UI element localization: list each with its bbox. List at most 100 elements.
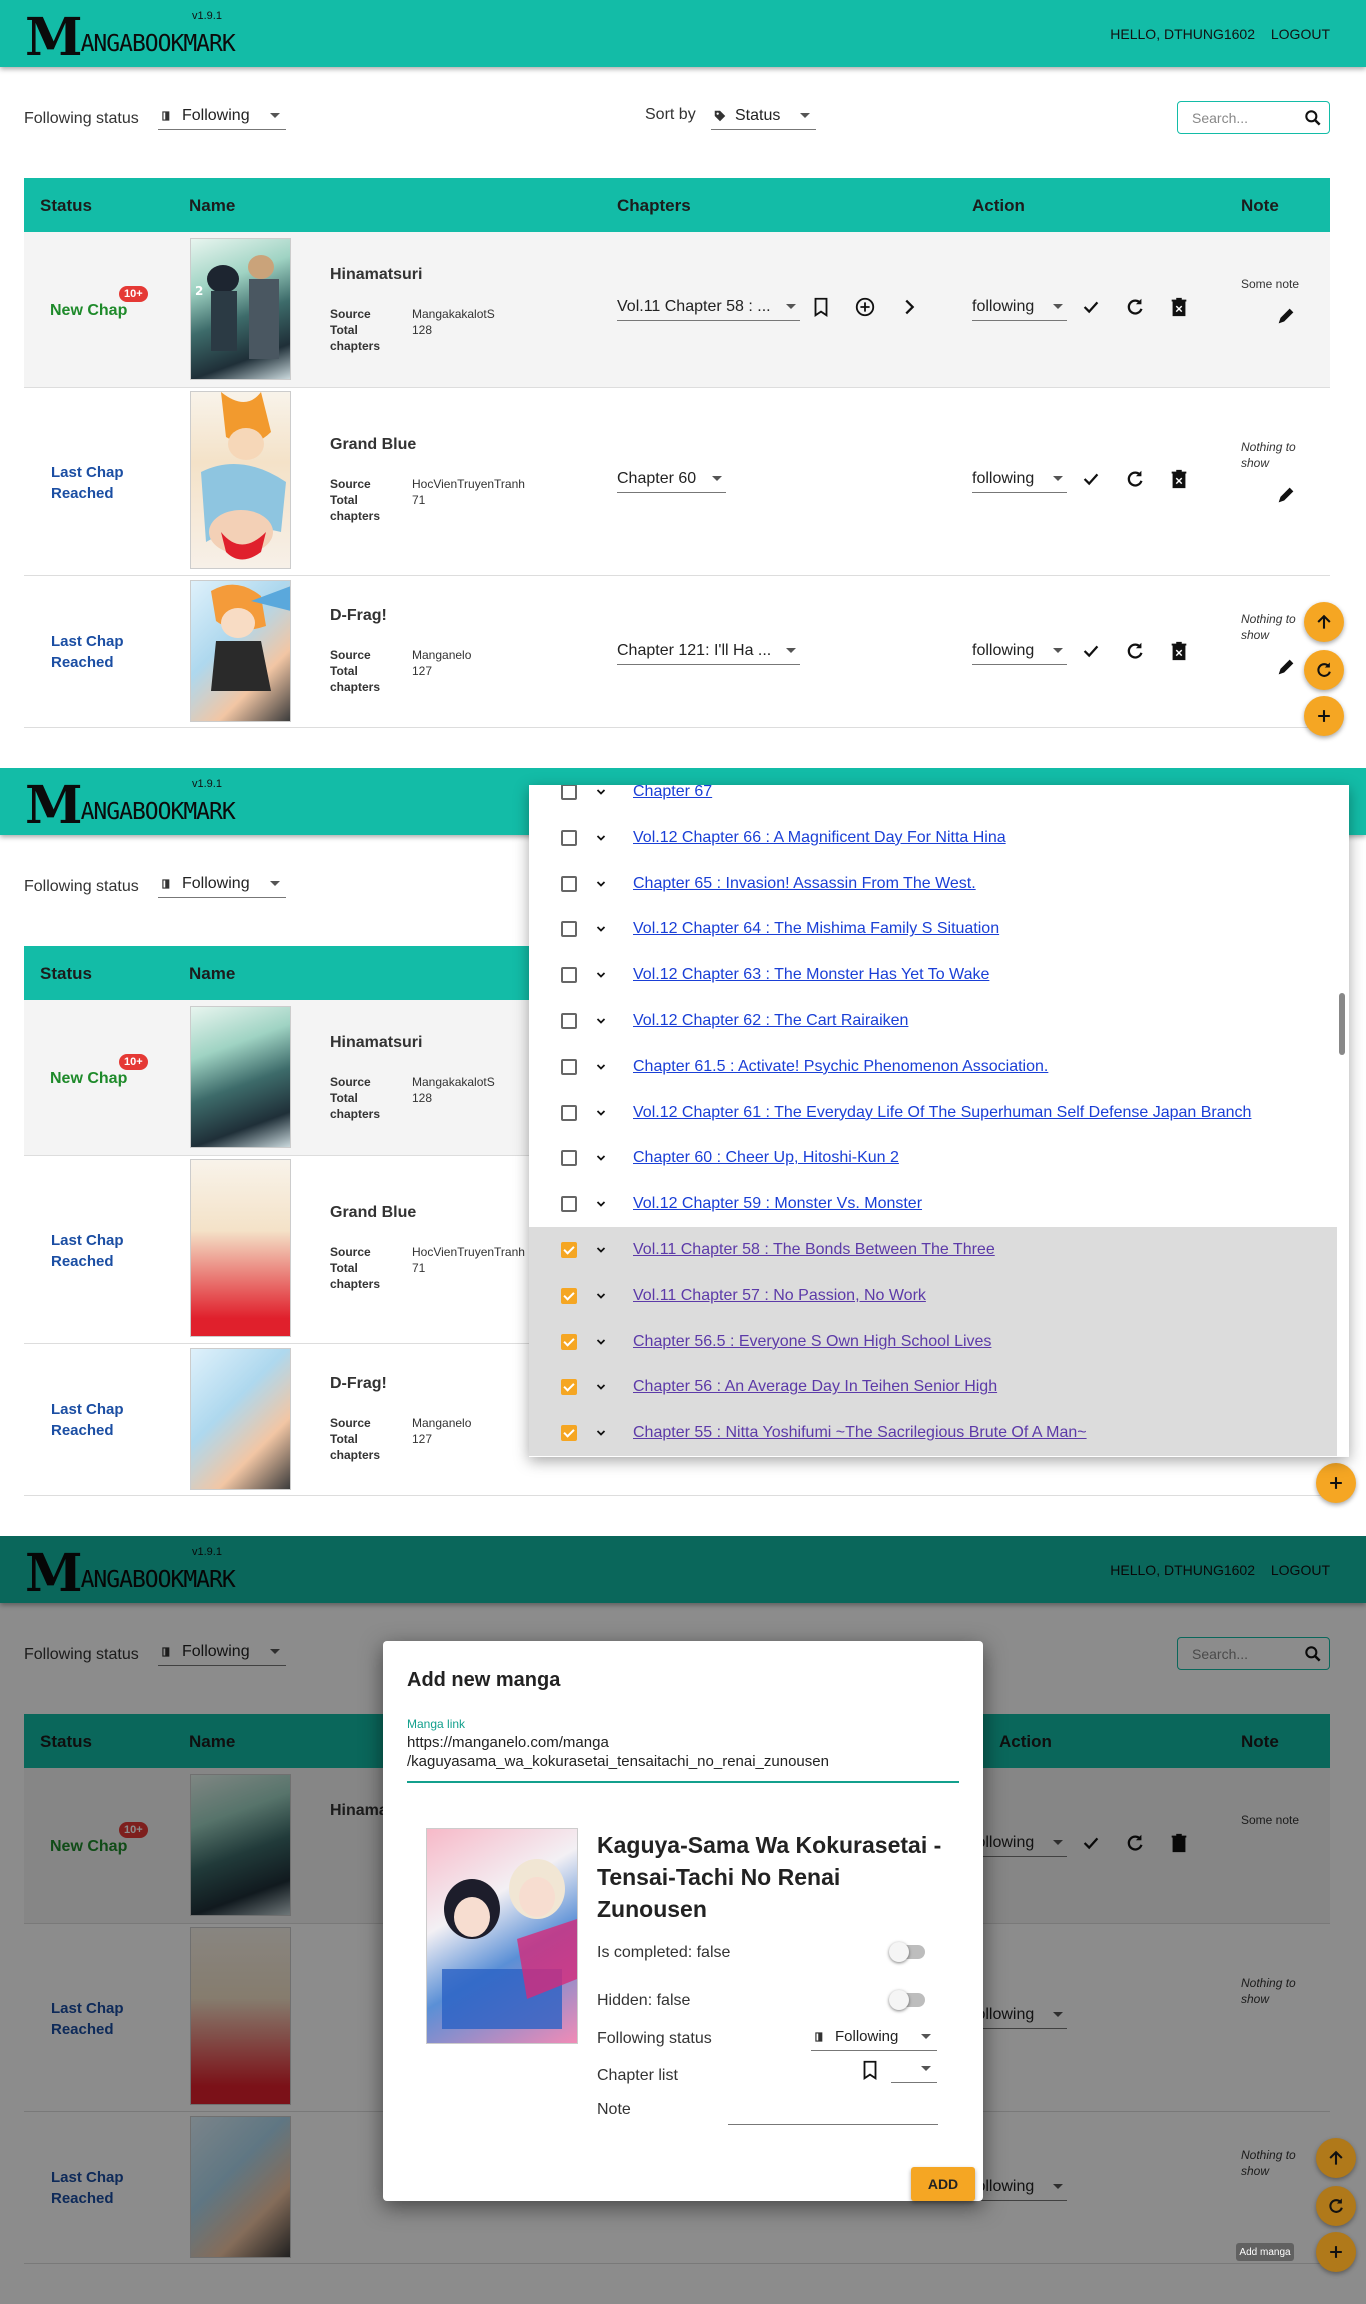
chevron-right-icon[interactable] [898,296,920,318]
chapter-checkbox[interactable] [561,967,577,984]
logout-button[interactable]: LOGOUT [1271,26,1330,42]
chevron-down-icon[interactable] [595,1061,607,1073]
chapter-option[interactable]: Vol.11 Chapter 58 : The Bonds Between Th… [529,1227,1337,1273]
chapter-checkbox[interactable] [561,1013,577,1029]
manga-cover[interactable] [190,580,291,722]
chevron-down-icon[interactable] [595,1290,607,1302]
edit-icon[interactable] [1275,656,1297,678]
chevron-down-icon[interactable] [595,1198,607,1210]
chapter-checkbox[interactable] [561,875,577,892]
manga-cover[interactable] [190,1348,291,1490]
hidden-toggle[interactable] [889,1990,925,2010]
delete-icon[interactable] [1168,640,1190,662]
following-status-select[interactable]: Following [158,102,286,130]
chapter-checkbox[interactable] [561,1242,577,1258]
refresh-fab[interactable] [1304,650,1344,690]
chapter-link[interactable]: Chapter 61.5 : Activate! Psychic Phenome… [633,1058,1048,1076]
chapter-link[interactable]: Chapter 56 : An Average Day In Teihen Se… [633,1378,997,1396]
chapter-select[interactable]: Chapter 60 [617,465,726,493]
chapter-checkbox[interactable] [561,1425,577,1442]
refresh-fab[interactable] [1316,2186,1356,2226]
chapter-link[interactable]: Vol.12 Chapter 66 : A Magnificent Day Fo… [633,829,1006,847]
add-button[interactable]: ADD [911,2167,975,2201]
manga-cover[interactable]: 2 [190,238,291,380]
chevron-down-icon[interactable] [595,1244,607,1256]
edit-icon[interactable] [1275,484,1297,506]
manga-cover[interactable] [190,1006,291,1148]
add-manga-fab[interactable] [1304,696,1344,736]
is-completed-toggle[interactable] [889,1942,925,1962]
chapter-option[interactable]: Chapter 60 : Cheer Up, Hitoshi-Kun 2 [529,1135,1337,1181]
chapter-checkbox[interactable] [561,921,577,938]
header-status[interactable]: Status [40,196,92,216]
chapter-option[interactable]: Vol.12 Chapter 61 : The Everyday Life Of… [529,1090,1337,1136]
chapter-option[interactable]: Vol.12 Chapter 59 : Monster Vs. Monster [529,1181,1337,1227]
check-icon[interactable] [1080,296,1102,318]
chapter-link[interactable]: Chapter 60 : Cheer Up, Hitoshi-Kun 2 [633,1149,899,1167]
manga-link-input[interactable]: https://manganelo.com/manga /kaguyasama_… [407,1733,959,1783]
dropdown-scrollbar[interactable] [1339,993,1345,1055]
chapter-option[interactable]: Vol.11 Chapter 57 : No Passion, No Work [529,1272,1337,1319]
chapter-option[interactable]: Chapter 61.5 : Activate! Psychic Phenome… [529,1044,1337,1090]
refresh-icon[interactable] [1124,296,1146,318]
header-status[interactable]: Status [40,964,92,984]
chapter-link[interactable]: Vol.12 Chapter 62 : The Cart Rairaiken [633,1012,908,1030]
manga-name[interactable]: D-Frag! [330,607,387,625]
following-status-select[interactable]: Following [158,870,286,898]
chevron-down-icon[interactable] [595,878,607,890]
chapter-option[interactable]: Chapter 55 : Nitta Yoshifumi ~The Sacril… [529,1410,1337,1457]
refresh-icon[interactable] [1124,640,1146,662]
chevron-down-icon[interactable] [595,1152,607,1164]
search-icon[interactable] [1303,108,1323,128]
sort-by-select[interactable]: Status [711,102,816,130]
chapter-checkbox[interactable] [561,829,577,846]
chapter-option[interactable]: Chapter 56.5 : Everyone S Own High Schoo… [529,1318,1337,1365]
chapter-link[interactable]: Vol.12 Chapter 64 : The Mishima Family S… [633,920,999,938]
chapter-link[interactable]: Vol.11 Chapter 57 : No Passion, No Work [633,1287,926,1305]
chapter-link[interactable]: Chapter 55 : Nitta Yoshifumi ~The Sacril… [633,1424,1087,1442]
chapter-select[interactable]: Vol.11 Chapter 58 : ... [617,293,800,321]
add-circle-icon[interactable] [854,296,876,318]
chapter-link[interactable]: Chapter 56.5 : Everyone S Own High Schoo… [633,1333,991,1351]
manga-name[interactable]: Hinamatsuri [330,266,422,284]
chapter-select[interactable]: Chapter 121: I'll Ha ... [617,637,800,665]
chapter-option[interactable]: Chapter 56 : An Average Day In Teihen Se… [529,1364,1337,1411]
manga-name[interactable]: Grand Blue [330,1204,416,1222]
chevron-down-icon[interactable] [595,1381,607,1393]
chevron-down-icon[interactable] [595,1015,607,1027]
manga-name[interactable]: Grand Blue [330,436,416,454]
chevron-down-icon[interactable] [595,786,607,798]
scroll-top-fab[interactable] [1304,602,1344,642]
following-status-select[interactable]: Following [811,2023,937,2051]
chapter-link[interactable]: Vol.12 Chapter 59 : Monster Vs. Monster [633,1195,922,1213]
chevron-down-icon[interactable] [595,923,607,935]
manga-cover[interactable] [190,391,291,569]
chevron-down-icon[interactable] [595,1336,607,1348]
header-name[interactable]: Name [189,964,235,984]
header-name[interactable]: Name [189,196,235,216]
chapter-option[interactable]: Chapter 67 [529,785,1337,815]
chapter-checkbox[interactable] [561,1058,577,1075]
add-manga-fab[interactable] [1316,1463,1356,1503]
chevron-down-icon[interactable] [595,832,607,844]
chapter-link[interactable]: Vol.12 Chapter 61 : The Everyday Life Of… [633,1104,1251,1122]
chapter-link[interactable]: Vol.12 Chapter 63 : The Monster Has Yet … [633,966,989,984]
delete-icon[interactable] [1168,296,1190,318]
chapter-checkbox[interactable] [561,1196,577,1213]
chapter-list-dropdown[interactable]: Chapter 67 Vol.12 Chapter 66 : A Magnific… [529,785,1349,1457]
chapter-checkbox[interactable] [561,1379,577,1396]
chapter-checkbox[interactable] [561,1287,577,1304]
delete-icon[interactable] [1168,468,1190,490]
bookmark-icon[interactable] [859,2059,881,2081]
chapter-option[interactable]: Vol.12 Chapter 62 : The Cart Rairaiken [529,998,1337,1044]
manga-name[interactable]: D-Frag! [330,1375,387,1393]
chapter-option[interactable]: Vol.12 Chapter 64 : The Mishima Family S… [529,906,1337,952]
search-input[interactable]: Search... [1177,101,1330,134]
chapter-option[interactable]: Chapter 65 : Invasion! Assassin From The… [529,861,1337,907]
follow-status-select[interactable]: following [972,465,1067,493]
chapter-link[interactable]: Vol.11 Chapter 58 : The Bonds Between Th… [633,1241,995,1259]
chapter-option[interactable]: Vol.12 Chapter 66 : A Magnificent Day Fo… [529,815,1337,861]
chapter-checkbox[interactable] [561,1104,577,1121]
manga-name[interactable]: Hinamatsuri [330,1034,422,1052]
scroll-top-fab[interactable] [1316,2138,1356,2178]
